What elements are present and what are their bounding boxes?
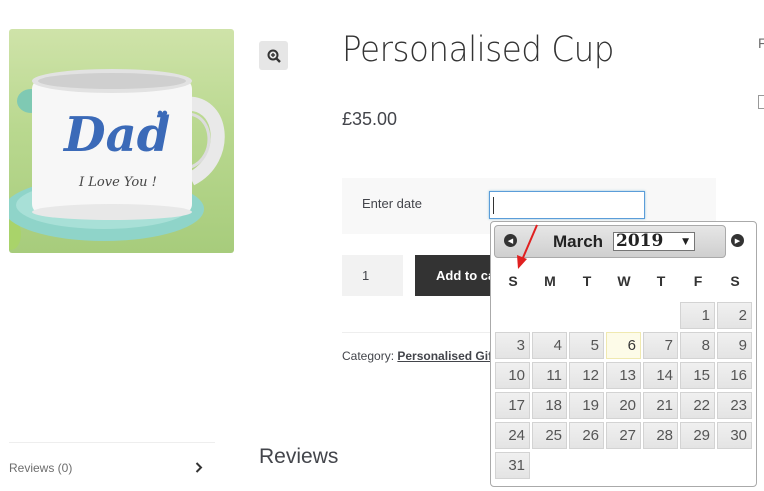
reviews-heading: Reviews: [259, 445, 339, 468]
product-image[interactable]: Dad ❤ I Love You !: [9, 29, 234, 253]
product-title: Personalised Cup: [342, 30, 614, 70]
quantity-input[interactable]: 1: [342, 255, 403, 296]
category-meta: Category: Personalised Gifting: [342, 349, 514, 363]
calendar-day[interactable]: 15: [680, 362, 715, 389]
calendar-day[interactable]: 24: [495, 422, 530, 449]
calendar-day[interactable]: 28: [643, 422, 678, 449]
cut-off-box: [758, 95, 764, 109]
calendar-day[interactable]: 30: [717, 422, 752, 449]
year-select[interactable]: 2019 ▼: [613, 232, 695, 251]
weekday-label: T: [582, 273, 592, 289]
heart-icon: ❤: [157, 107, 168, 122]
weekday-label: T: [656, 273, 666, 289]
calendar-day[interactable]: 11: [532, 362, 567, 389]
calendar-day[interactable]: 5: [569, 332, 604, 359]
calendar-day[interactable]: 31: [495, 452, 530, 479]
tab-reviews[interactable]: Reviews (0): [9, 461, 72, 475]
calendar-day[interactable]: 4: [532, 332, 567, 359]
next-month-button[interactable]: ▶: [731, 234, 744, 247]
calendar-day[interactable]: 27: [606, 422, 641, 449]
dropdown-arrow-icon: ▼: [682, 237, 689, 247]
date-input[interactable]: [489, 191, 645, 219]
calendar-day[interactable]: 18: [532, 392, 567, 419]
date-label: Enter date: [362, 196, 422, 211]
calendar-day[interactable]: 29: [680, 422, 715, 449]
chevron-right-icon[interactable]: [195, 462, 203, 476]
annotation-arrow-icon: [517, 224, 538, 269]
arrow-right-circle-icon: ▶: [734, 237, 741, 245]
calendar-day[interactable]: 16: [717, 362, 752, 389]
weekday-label: S: [508, 273, 518, 289]
weekday-label: M: [544, 273, 556, 289]
calendar-day[interactable]: 25: [532, 422, 567, 449]
calendar-day[interactable]: 8: [680, 332, 715, 359]
calendar-day[interactable]: 2: [717, 302, 752, 329]
cut-off-text: F: [758, 35, 764, 51]
calendar-day[interactable]: 7: [643, 332, 678, 359]
zoom-button[interactable]: [259, 41, 288, 70]
calendar-day[interactable]: 3: [495, 332, 530, 359]
datepicker-month: March: [553, 232, 604, 251]
weekday-label: F: [693, 273, 703, 289]
meta-divider: [342, 332, 492, 333]
calendar-day[interactable]: 1: [680, 302, 715, 329]
weekday-label: W: [617, 273, 631, 289]
weekday-label: S: [730, 273, 740, 289]
calendar-day[interactable]: 19: [569, 392, 604, 419]
calendar-day[interactable]: 14: [643, 362, 678, 389]
category-prefix: Category:: [342, 349, 395, 363]
mug-text-love: I Love You !: [79, 175, 157, 190]
calendar-day[interactable]: 22: [680, 392, 715, 419]
calendar-day[interactable]: 21: [643, 392, 678, 419]
calendar-day[interactable]: 17: [495, 392, 530, 419]
calendar-day[interactable]: 9: [717, 332, 752, 359]
product-price: £35.00: [342, 109, 398, 129]
text-cursor: [493, 197, 494, 214]
tabs-divider: [9, 442, 215, 443]
calendar-day[interactable]: 12: [569, 362, 604, 389]
calendar-day[interactable]: 13: [606, 362, 641, 389]
mug-text-dad: Dad: [64, 107, 171, 163]
year-value: 2019: [616, 231, 664, 251]
calendar-day[interactable]: 6: [606, 332, 641, 359]
calendar-day[interactable]: 10: [495, 362, 530, 389]
calendar-day[interactable]: 20: [606, 392, 641, 419]
zoom-in-icon: [267, 49, 281, 63]
calendar-day[interactable]: 23: [717, 392, 752, 419]
calendar-day[interactable]: 26: [569, 422, 604, 449]
